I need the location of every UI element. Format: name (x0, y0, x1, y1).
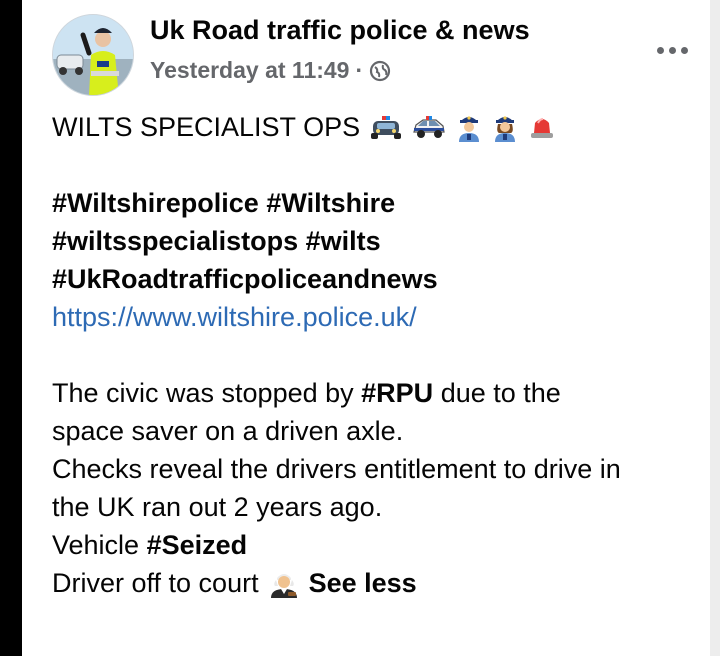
body-line-3: Checks reveal the drivers entitlement to… (52, 450, 702, 488)
body-text: due to the (433, 378, 561, 408)
post-meta: Yesterday at 11:49 · (150, 57, 391, 84)
more-dot (680, 46, 688, 54)
body-line-1: The civic was stopped by #RPU due to the (52, 374, 702, 412)
hashtags-1[interactable]: #Wiltshirepolice #Wiltshire (52, 184, 395, 222)
judge-icon (270, 574, 297, 598)
woman-police-officer-icon (495, 116, 516, 142)
hashtags-line-3: #UkRoadtrafficpoliceandnews (52, 260, 702, 298)
police-officer-icon (459, 116, 480, 142)
hashtags-line-2: #wiltsspecialistops #wilts (52, 222, 702, 260)
right-edge-bar (710, 0, 720, 656)
more-dot (668, 46, 676, 54)
seized-hashtag[interactable]: #Seized (147, 526, 248, 564)
body-text: Driver off to court (52, 568, 259, 598)
body-line-6: Driver off to court See less (52, 564, 702, 602)
oncoming-police-car-icon (413, 116, 445, 138)
left-edge-bar (0, 0, 22, 656)
hashtags-3[interactable]: #UkRoadtrafficpoliceandnews (52, 260, 438, 298)
police-car-icon (371, 116, 402, 139)
police-officer-avatar-icon (53, 15, 133, 95)
body-line-5: Vehicle #Seized (52, 526, 702, 564)
meta-separator: · (355, 57, 364, 83)
post-timestamp[interactable]: Yesterday at 11:49 (150, 57, 349, 84)
body-text: space saver on a driven axle. (52, 416, 404, 446)
more-dot (656, 46, 664, 54)
hashtags-2[interactable]: #wiltsspecialistops #wilts (52, 222, 381, 260)
post-heading-line: WILTS SPECIALIST OPS (52, 108, 702, 146)
body-text: The civic was stopped by (52, 378, 362, 408)
link-line: https://www.wiltshire.police.uk/ (52, 298, 702, 336)
rpu-hashtag[interactable]: #RPU (361, 374, 433, 412)
see-less-button[interactable]: See less (309, 564, 417, 602)
post-body: WILTS SPECIALIST OPS #Wiltshirepolice #W… (52, 108, 702, 602)
body-line-4: the UK ran out 2 years ago. (52, 488, 702, 526)
globe-icon[interactable] (369, 60, 391, 82)
body-line-2: space saver on a driven axle. (52, 412, 702, 450)
body-text: the UK ran out 2 years ago. (52, 492, 383, 522)
wiltshire-police-link[interactable]: https://www.wiltshire.police.uk/ (52, 298, 417, 336)
rotating-light-icon (531, 118, 554, 138)
body-text: Vehicle (52, 530, 147, 560)
page-name[interactable]: Uk Road traffic police & news (150, 15, 530, 46)
hashtags-line-1: #Wiltshirepolice #Wiltshire (52, 184, 702, 222)
post-heading: WILTS SPECIALIST OPS (52, 112, 361, 142)
body-text: Checks reveal the drivers entitlement to… (52, 454, 621, 484)
page-avatar[interactable] (52, 14, 134, 96)
more-options-button[interactable] (652, 36, 692, 64)
